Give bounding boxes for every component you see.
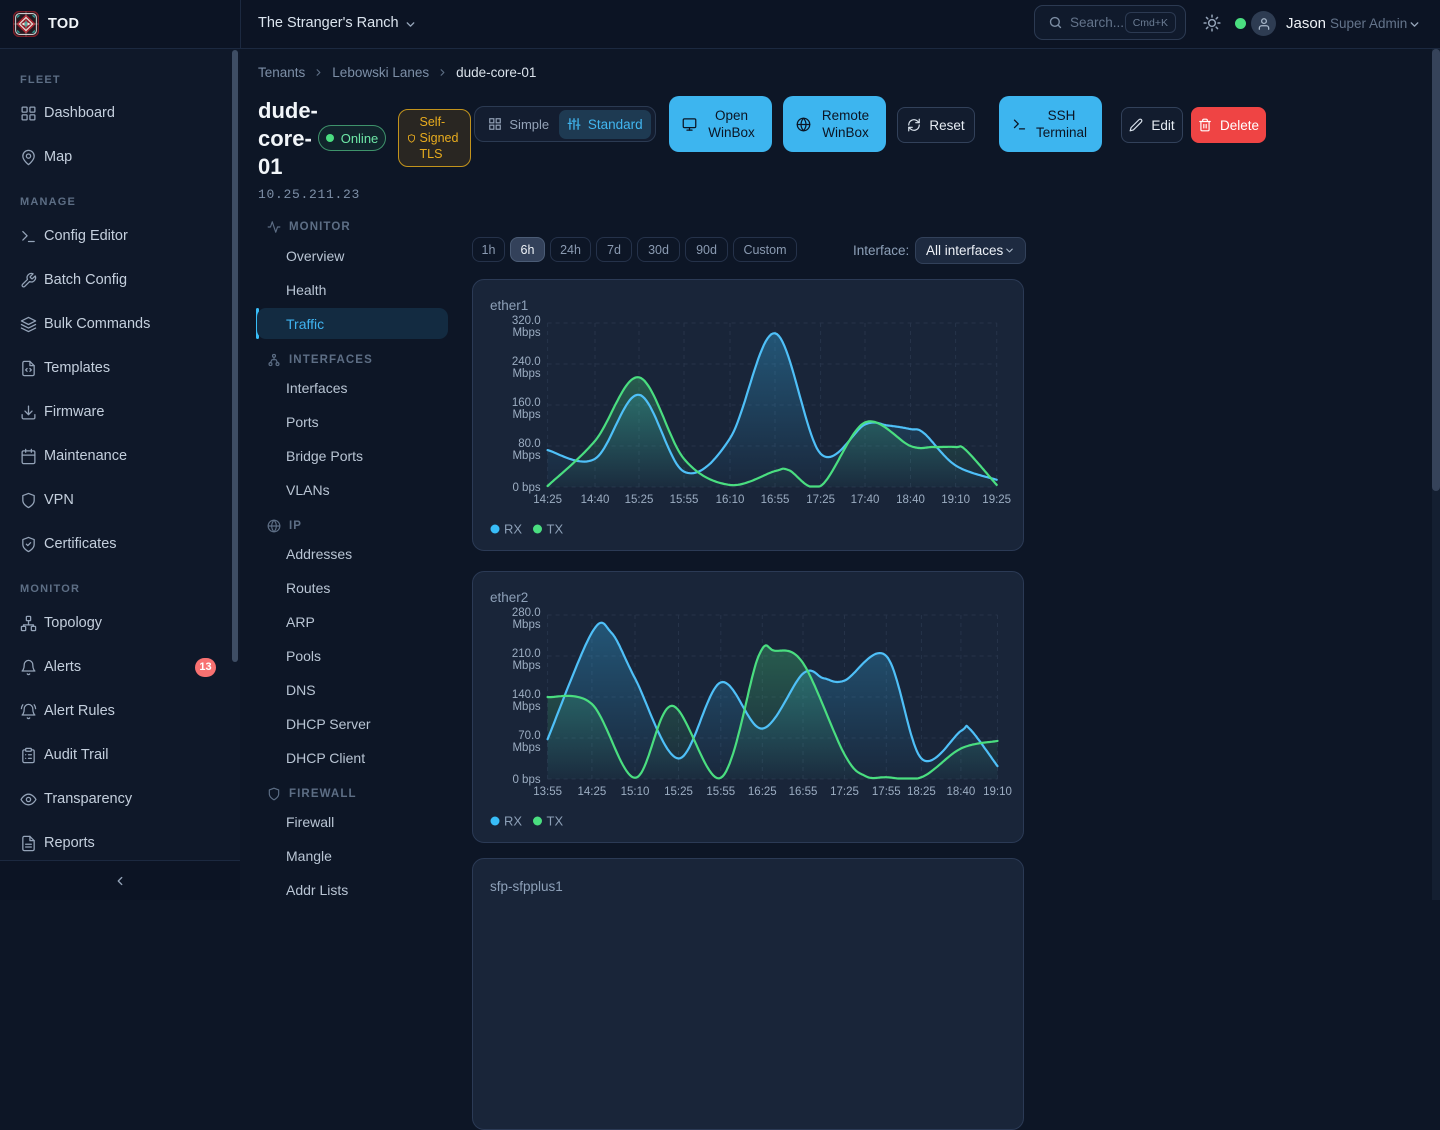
svg-text:Mbps: Mbps <box>512 619 540 631</box>
svg-text:18:40: 18:40 <box>947 786 976 798</box>
svg-text:16:10: 16:10 <box>716 494 745 506</box>
svg-text:14:40: 14:40 <box>581 494 610 506</box>
svg-text:14:25: 14:25 <box>533 494 562 506</box>
svg-text:Mbps: Mbps <box>512 701 540 713</box>
svg-text:15:55: 15:55 <box>706 786 735 798</box>
svg-text:17:25: 17:25 <box>806 494 835 506</box>
svg-text:0 bps: 0 bps <box>512 482 540 494</box>
svg-text:TX: TX <box>547 522 564 537</box>
svg-text:320.0: 320.0 <box>512 315 541 327</box>
svg-text:ether2: ether2 <box>490 590 528 605</box>
svg-text:19:10: 19:10 <box>983 786 1012 798</box>
svg-text:14:25: 14:25 <box>578 786 607 798</box>
svg-text:16:55: 16:55 <box>761 494 790 506</box>
svg-text:0 bps: 0 bps <box>512 774 540 786</box>
svg-text:210.0: 210.0 <box>512 648 541 660</box>
svg-text:13:55: 13:55 <box>533 786 562 798</box>
svg-text:Mbps: Mbps <box>512 409 540 421</box>
svg-text:Mbps: Mbps <box>512 450 540 462</box>
svg-text:70.0: 70.0 <box>518 730 540 742</box>
svg-text:280.0: 280.0 <box>512 607 541 619</box>
svg-text:18:40: 18:40 <box>896 494 925 506</box>
svg-text:Mbps: Mbps <box>512 368 540 380</box>
svg-text:17:55: 17:55 <box>872 786 901 798</box>
svg-text:Mbps: Mbps <box>512 327 540 339</box>
svg-text:TX: TX <box>547 814 564 829</box>
svg-text:16:25: 16:25 <box>748 786 777 798</box>
svg-text:15:25: 15:25 <box>625 494 654 506</box>
svg-text:16:55: 16:55 <box>789 786 818 798</box>
svg-text:80.0: 80.0 <box>518 438 540 450</box>
svg-text:RX: RX <box>504 522 522 537</box>
svg-text:17:25: 17:25 <box>830 786 859 798</box>
svg-text:19:25: 19:25 <box>982 494 1011 506</box>
svg-text:RX: RX <box>504 814 522 829</box>
svg-text:240.0: 240.0 <box>512 356 541 368</box>
svg-text:140.0: 140.0 <box>512 689 541 701</box>
svg-text:ether1: ether1 <box>490 298 528 313</box>
svg-text:18:25: 18:25 <box>907 786 936 798</box>
svg-text:160.0: 160.0 <box>512 397 541 409</box>
svg-text:19:10: 19:10 <box>941 494 970 506</box>
svg-text:15:55: 15:55 <box>670 494 699 506</box>
svg-text:Mbps: Mbps <box>512 660 540 672</box>
svg-text:15:25: 15:25 <box>664 786 693 798</box>
svg-text:17:40: 17:40 <box>851 494 880 506</box>
svg-text:Mbps: Mbps <box>512 742 540 754</box>
svg-text:15:10: 15:10 <box>621 786 650 798</box>
